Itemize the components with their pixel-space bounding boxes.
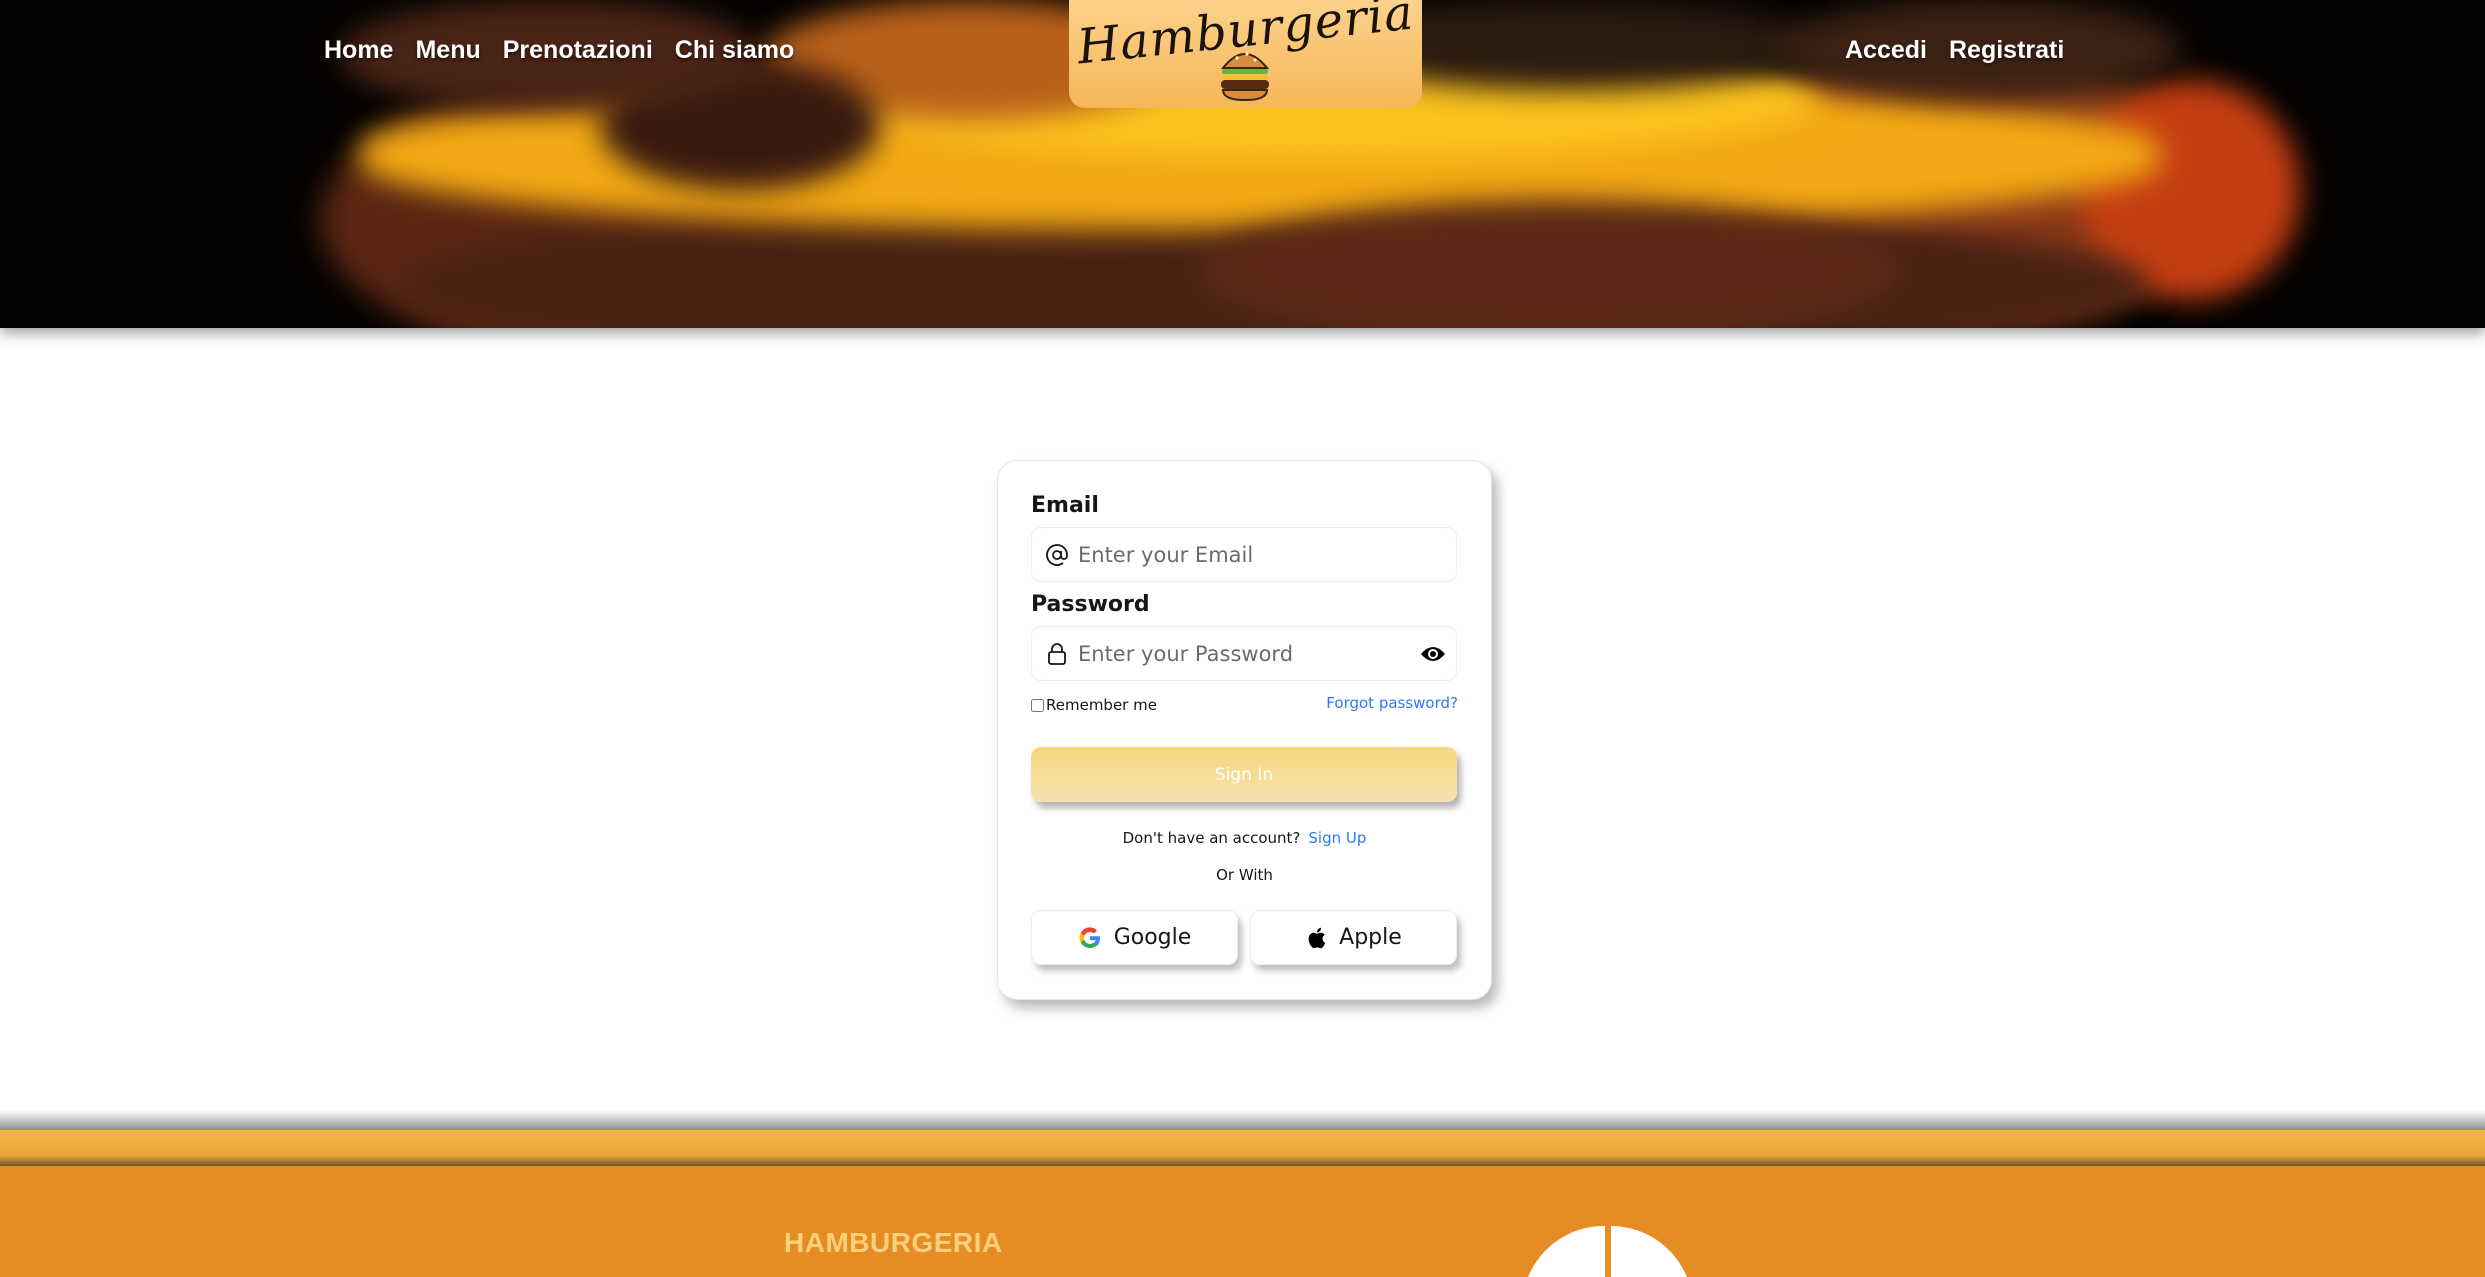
- forgot-password-link[interactable]: Forgot password?: [1326, 694, 1458, 712]
- lock-icon: [1042, 639, 1072, 669]
- site-footer: HAMBURGERIA: [0, 1166, 2485, 1277]
- footer-logo-icon: [1528, 1226, 1687, 1277]
- email-label: Email: [1031, 493, 1099, 518]
- email-input[interactable]: [1078, 528, 1456, 581]
- remember-me[interactable]: Remember me: [1031, 696, 1157, 714]
- at-icon: [1042, 540, 1072, 570]
- or-with-divider: Or With: [1216, 866, 1273, 884]
- password-label: Password: [1031, 592, 1150, 617]
- sign-up-link[interactable]: Sign Up: [1308, 829, 1366, 847]
- google-icon: [1079, 926, 1100, 948]
- nav-chi-siamo-link[interactable]: Chi siamo: [675, 36, 794, 65]
- email-field-wrapper[interactable]: [1031, 527, 1457, 582]
- main-nav: Home Menu Prenotazioni Chi siamo: [324, 36, 794, 65]
- nav-menu-link[interactable]: Menu: [415, 36, 480, 65]
- apple-icon: [1308, 927, 1326, 948]
- nav-registrati-link[interactable]: Registrati: [1949, 36, 2064, 65]
- account-nav: Accedi Registrati: [1845, 36, 2064, 65]
- footer-band: [0, 1130, 2485, 1166]
- nav-prenotazioni-link[interactable]: Prenotazioni: [503, 36, 653, 65]
- signup-prompt: Don't have an account? Sign Up: [998, 829, 1491, 847]
- login-form: Email Password Remember me: [997, 460, 1492, 1000]
- google-sign-in-button[interactable]: Google: [1031, 910, 1238, 965]
- password-field-wrapper[interactable]: [1031, 626, 1457, 681]
- nav-home-link[interactable]: Home: [324, 36, 393, 65]
- footer-brand: HAMBURGERIA: [784, 1227, 1003, 1258]
- apple-sign-in-button[interactable]: Apple: [1250, 910, 1457, 965]
- eye-icon[interactable]: [1418, 639, 1448, 669]
- sign-in-button[interactable]: Sign In: [1031, 747, 1457, 802]
- burger-icon: [1220, 52, 1270, 102]
- password-input[interactable]: [1078, 627, 1418, 680]
- remember-me-label: Remember me: [1046, 696, 1157, 714]
- no-account-text: Don't have an account?: [1122, 829, 1301, 847]
- site-logo[interactable]: Hamburgeria: [1069, 0, 1422, 108]
- google-label: Google: [1113, 925, 1192, 950]
- remember-me-checkbox[interactable]: [1031, 698, 1044, 712]
- nav-accedi-link[interactable]: Accedi: [1845, 36, 1927, 65]
- footer-divider-shadow: [0, 1110, 2485, 1132]
- apple-label: Apple: [1339, 925, 1402, 950]
- hero-banner: Home Menu Prenotazioni Chi siamo Hamburg…: [0, 0, 2485, 328]
